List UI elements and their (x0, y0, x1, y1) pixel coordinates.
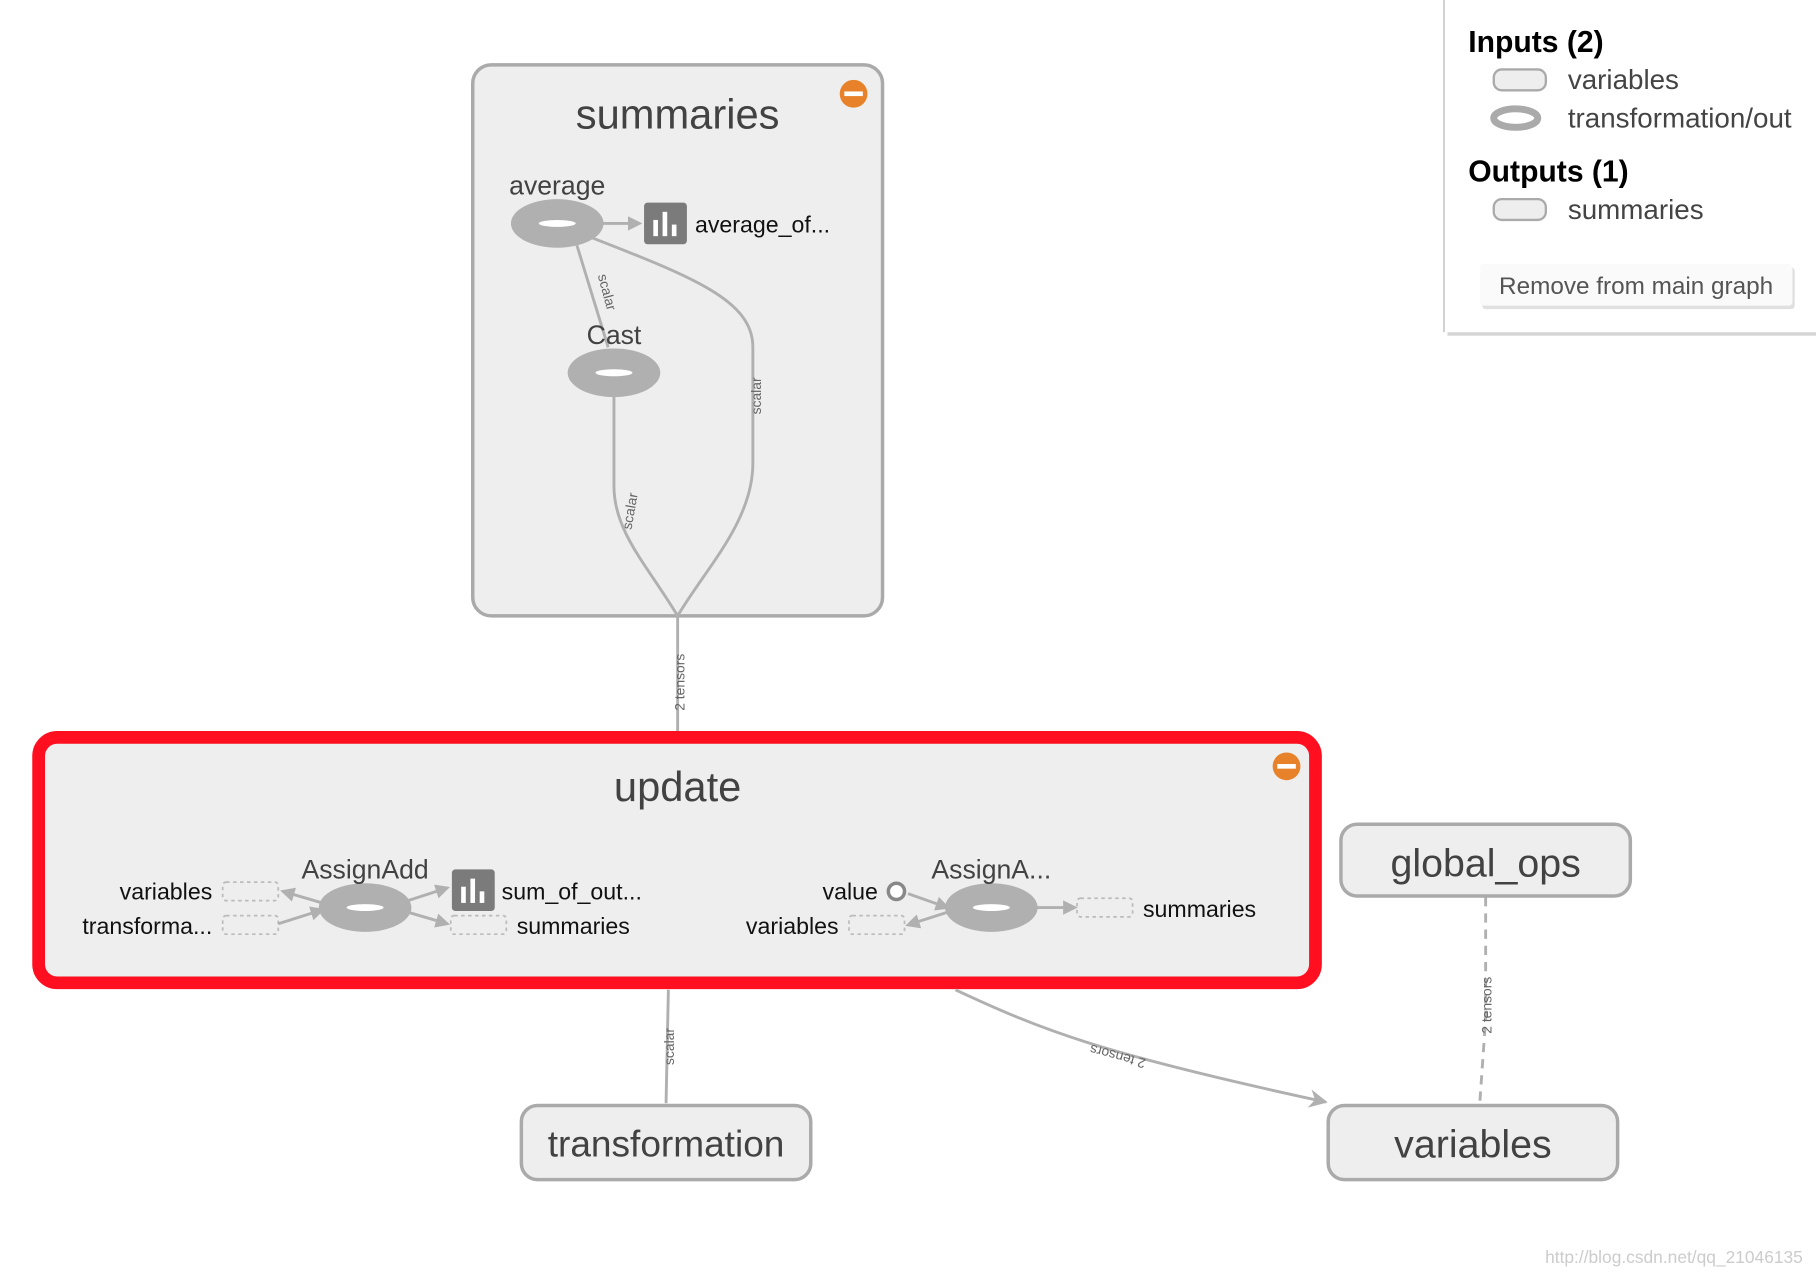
const-label: value (823, 878, 878, 904)
node-label: global_ops (1390, 841, 1580, 885)
input-label: variables (120, 878, 213, 904)
op-label: average_of... (695, 212, 830, 238)
node-label: variables (1394, 1123, 1551, 1167)
output-label: summaries (517, 913, 630, 939)
node-info-panel: Inputs (2) variables transformation/out … (1443, 0, 1816, 336)
collapse-button[interactable] (839, 79, 868, 108)
op-label: AssignA... (931, 855, 1051, 885)
group-title: update (614, 763, 741, 810)
input-item[interactable]: variables (1568, 64, 1679, 95)
op-label: sum_of_out... (502, 878, 642, 904)
op-label: Cast (587, 320, 642, 350)
op-label: AssignAdd (301, 855, 428, 885)
node-label: transformation (548, 1122, 785, 1164)
watermark: http://blog.csdn.net/qq_21046135 (1545, 1247, 1803, 1267)
node-transformation[interactable]: transformation (519, 1103, 813, 1182)
button-label: Remove from main graph (1499, 273, 1773, 300)
input-label: variables (746, 913, 839, 939)
edge (954, 988, 1328, 1108)
remove-from-main-graph-button[interactable]: Remove from main graph (1479, 263, 1795, 310)
group-summaries[interactable]: summaries scalar scalar scalar average a… (471, 63, 885, 618)
edge-label: 2 tensors (1088, 1042, 1147, 1072)
constant-icon[interactable] (886, 881, 907, 902)
edge-label: 2 tensors (1478, 977, 1494, 1034)
group-update[interactable]: update variables transforma... AssignAdd… (32, 731, 1322, 990)
edge-label: scalar (661, 1028, 677, 1065)
group-title: summaries (576, 90, 780, 137)
op-average[interactable]: average (509, 170, 605, 248)
input-label: transforma... (82, 913, 212, 939)
inputs-heading: Inputs (2) (1468, 26, 1603, 59)
op-label: average (509, 170, 605, 200)
outputs-heading: Outputs (1) (1468, 156, 1628, 189)
edge-label: 2 tensors (672, 654, 688, 711)
edge-label: scalar (748, 377, 764, 414)
output-label: summaries (1143, 896, 1256, 922)
input-item[interactable]: transformation/out (1568, 102, 1792, 133)
node-variables[interactable]: variables (1326, 1103, 1620, 1182)
node-global-ops[interactable]: global_ops (1339, 822, 1633, 898)
output-item[interactable]: summaries (1568, 194, 1704, 225)
collapse-button[interactable] (1272, 752, 1301, 781)
graph-canvas[interactable]: summaries scalar scalar scalar average a… (0, 0, 1816, 1278)
